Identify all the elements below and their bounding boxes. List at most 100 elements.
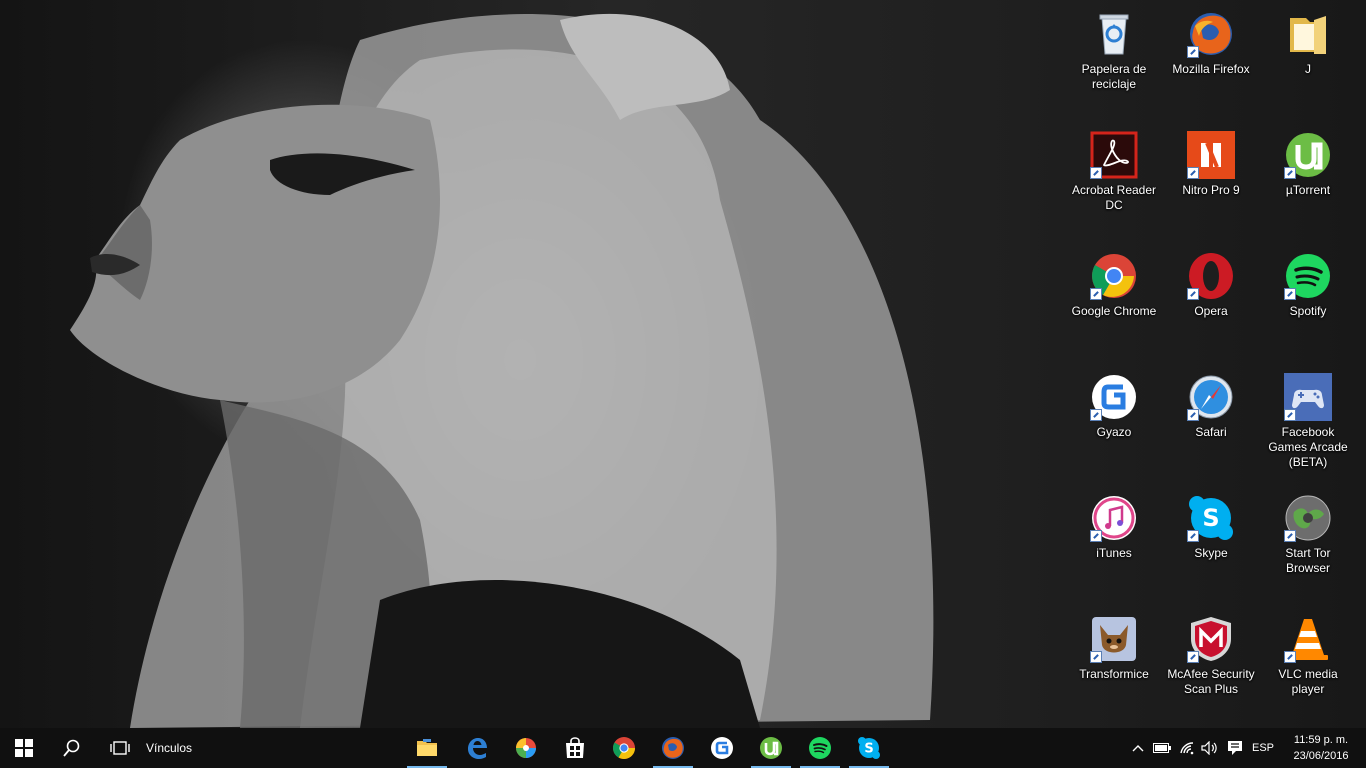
gamepad-icon (1284, 373, 1332, 421)
desktop-icon-gyazo[interactable]: Gyazo (1066, 367, 1162, 479)
desktop-icon-facebook-games-arcade[interactable]: Facebook Games Arcade (BETA) (1260, 367, 1356, 479)
taskbar-skype[interactable]: S (845, 728, 893, 768)
shortcut-arrow-icon (1187, 46, 1199, 58)
desktop-icon-mozilla-firefox[interactable]: Mozilla Firefox (1163, 4, 1259, 116)
recycle-bin-icon (1090, 10, 1138, 58)
desktop-icon-label: Safari (1195, 425, 1227, 439)
clock-date: 23/06/2016 (1293, 750, 1349, 762)
taskbar-firefox[interactable] (649, 728, 697, 768)
desktop-icon-folder-j[interactable]: J (1260, 4, 1356, 116)
battery-button[interactable] (1151, 728, 1173, 768)
desktop-icon-utorrent[interactable]: µTorrent (1260, 125, 1356, 237)
desktop-icon-opera[interactable]: Opera (1163, 246, 1259, 358)
task-view-button[interactable] (96, 728, 144, 768)
taskbar: Vínculos S ESP 11:59 p. m. 23/06/2016 (0, 728, 1366, 768)
desktop-icon-acrobat-reader[interactable]: Acrobat Reader DC (1066, 125, 1162, 237)
clock-button[interactable]: 11:59 p. m. 23/06/2016 (1284, 732, 1358, 764)
shortcut-arrow-icon (1090, 167, 1102, 179)
desktop-icon-label: Google Chrome (1071, 304, 1157, 318)
taskbar-photos[interactable] (502, 728, 550, 768)
desktop-icon-itunes[interactable]: iTunes (1066, 488, 1162, 600)
desktop-icon-label: Spotify (1289, 304, 1327, 318)
desktop-icon-transformice[interactable]: Transformice (1066, 609, 1162, 721)
skype-icon: S (1187, 494, 1235, 542)
desktop-icon-label: J (1305, 62, 1311, 76)
start-button[interactable] (0, 728, 48, 768)
notifications-icon (1228, 741, 1242, 755)
shortcut-arrow-icon (1187, 409, 1199, 421)
desktop-icon-label: McAfee Security Scan Plus (1167, 667, 1255, 696)
links-toolbar-label[interactable]: Vínculos (146, 728, 192, 768)
desktop-icon-nitro-pro[interactable]: Nitro Pro 9 (1163, 125, 1259, 237)
taskbar-utorrent[interactable] (747, 728, 795, 768)
taskbar-chrome[interactable] (600, 728, 648, 768)
wifi-icon (1180, 742, 1194, 755)
file-explorer-icon (417, 739, 437, 756)
desktop-icon-label: Opera (1194, 304, 1228, 318)
skype-icon: S (858, 737, 880, 759)
desktop-icon-skype[interactable]: S Skype (1163, 488, 1259, 600)
acrobat-icon (1090, 131, 1138, 179)
desktop-icon-label: Start Tor Browser (1285, 546, 1331, 575)
desktop-icon-safari[interactable]: Safari (1163, 367, 1259, 479)
shortcut-arrow-icon (1284, 530, 1296, 542)
chevron-up-icon (1132, 745, 1144, 752)
mcafee-icon (1187, 615, 1235, 663)
photos-icon (516, 738, 536, 758)
taskbar-spotify[interactable] (796, 728, 844, 768)
desktop-icon-label: µTorrent (1285, 183, 1331, 197)
shortcut-arrow-icon (1187, 167, 1199, 179)
desktop-icon-vlc[interactable]: VLC media player (1260, 609, 1356, 721)
taskbar-edge[interactable] (453, 728, 501, 768)
desktop-icon-label: Gyazo (1096, 425, 1132, 439)
gyazo-icon (711, 737, 733, 759)
desktop-icon-label: Nitro Pro 9 (1182, 183, 1240, 197)
desktop-icon-spotify[interactable]: Spotify (1260, 246, 1356, 358)
firefox-icon (1187, 10, 1235, 58)
shortcut-arrow-icon (1090, 651, 1102, 663)
nitro-icon (1187, 131, 1235, 179)
desktop-icon-label: Papelera de reciclaje (1081, 62, 1147, 91)
show-hidden-icons-button[interactable] (1128, 728, 1148, 768)
clock-time: 11:59 p. m. (1293, 734, 1349, 746)
opera-icon (1187, 252, 1235, 300)
svg-text:S: S (864, 742, 873, 757)
utorrent-icon (760, 737, 782, 759)
itunes-icon (1090, 494, 1138, 542)
svg-text:S: S (1202, 504, 1219, 532)
windows-logo-icon (15, 739, 33, 757)
shortcut-arrow-icon (1284, 288, 1296, 300)
spotify-icon (809, 737, 831, 759)
speaker-icon (1201, 741, 1217, 755)
volume-button[interactable] (1199, 728, 1221, 768)
battery-icon (1153, 743, 1171, 753)
chrome-icon (1090, 252, 1138, 300)
desktop-icon-mcafee[interactable]: McAfee Security Scan Plus (1163, 609, 1259, 721)
taskbar-store[interactable] (551, 728, 599, 768)
action-center-button[interactable] (1223, 728, 1247, 768)
shortcut-arrow-icon (1284, 167, 1296, 179)
gyazo-icon (1090, 373, 1138, 421)
shortcut-arrow-icon (1090, 288, 1102, 300)
task-view-icon (110, 741, 130, 755)
taskbar-gyazo[interactable] (698, 728, 746, 768)
desktop-icon-label: Skype (1194, 546, 1228, 560)
spotify-icon (1284, 252, 1332, 300)
network-button[interactable] (1176, 728, 1198, 768)
search-button[interactable] (48, 728, 96, 768)
shortcut-arrow-icon (1187, 288, 1199, 300)
desktop-icon-recycle-bin[interactable]: Papelera de reciclaje (1066, 4, 1162, 116)
desktop-icon-label: Acrobat Reader DC (1071, 183, 1157, 212)
shortcut-arrow-icon (1187, 651, 1199, 663)
vlc-icon (1284, 615, 1332, 663)
input-language-indicator[interactable]: ESP (1250, 728, 1276, 768)
desktop-icon-start-tor-browser[interactable]: Start Tor Browser (1260, 488, 1356, 600)
desktop-icon-google-chrome[interactable]: Google Chrome (1066, 246, 1162, 358)
store-icon (566, 737, 584, 758)
taskbar-file-explorer[interactable] (403, 728, 451, 768)
shortcut-arrow-icon (1284, 651, 1296, 663)
desktop-icon-label: Facebook Games Arcade (BETA) (1268, 425, 1348, 469)
desktop-icon-label: iTunes (1096, 546, 1132, 560)
folder-icon (1284, 10, 1332, 58)
tor-icon (1284, 494, 1332, 542)
